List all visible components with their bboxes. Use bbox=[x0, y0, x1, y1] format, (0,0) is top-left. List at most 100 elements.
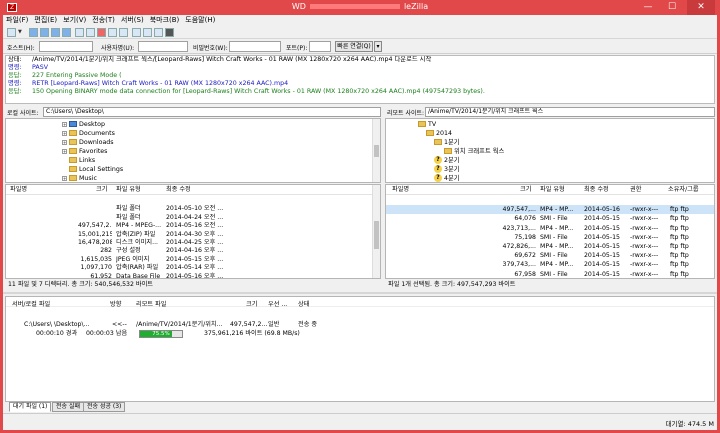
close-button[interactable]: ✕ bbox=[687, 0, 715, 15]
remote-file-row[interactable]: [Leopard-Raws] Witch Craft Works...472,8… bbox=[386, 242, 714, 251]
queue-transfer-row[interactable]: C:\Users\ \Desktop\... <<-- /Anime/TV/20… bbox=[6, 320, 714, 329]
host-input[interactable] bbox=[39, 41, 93, 52]
menu-server[interactable]: 서버(S) bbox=[118, 15, 147, 26]
expand-icon[interactable]: + bbox=[62, 148, 67, 154]
local-tree-scrollbar[interactable] bbox=[372, 119, 380, 182]
scroll-thumb[interactable] bbox=[374, 221, 379, 249]
col-direction[interactable]: 방향 bbox=[110, 299, 121, 308]
tree-item-favorites[interactable]: + Favorites bbox=[62, 147, 107, 156]
remote-file-row[interactable]: [Leopard-Raws] Witch Craft Works...75,19… bbox=[386, 233, 714, 242]
minimize-button[interactable]: — bbox=[637, 0, 659, 15]
toggle-remote-tree-icon[interactable] bbox=[51, 28, 60, 37]
splitter[interactable] bbox=[3, 292, 717, 294]
col-filename[interactable]: 파일명 bbox=[10, 185, 27, 195]
remote-file-row[interactable]: [Leopard-Raws] Witch Craft Works...69,67… bbox=[386, 251, 714, 260]
message-log[interactable]: 상태:/Anime/TV/2014/1분기/위치 크래프트 웍스/[Leopar… bbox=[5, 55, 715, 104]
progress-label: 75.5% bbox=[152, 331, 170, 337]
maximize-button[interactable]: ☐ bbox=[661, 0, 683, 15]
local-path-input[interactable]: C:\Users\ \Desktop\ bbox=[43, 107, 381, 117]
tree-item-desktop[interactable]: + Desktop bbox=[62, 120, 105, 129]
col-modified[interactable]: 최종 수정 bbox=[166, 185, 191, 195]
col-modified[interactable]: 최종 수정 bbox=[584, 185, 609, 195]
tree-item-downloads[interactable]: + Downloads bbox=[62, 138, 114, 147]
menu-file[interactable]: 파일(F) bbox=[3, 15, 31, 26]
tree-item-documents[interactable]: + Documents bbox=[62, 129, 115, 138]
local-list-scrollbar[interactable] bbox=[372, 185, 380, 278]
title-bar[interactable]: Z WD leZilla — ☐ ✕ bbox=[3, 0, 717, 15]
tree-item-q1[interactable]: 1분기 bbox=[434, 138, 460, 147]
col-owner[interactable]: 소유자/그룹 bbox=[668, 185, 699, 195]
remote-path-input[interactable]: /Anime/TV/2014/1분기/위치 크래프트 웍스 bbox=[425, 107, 715, 117]
remote-file-row[interactable]: [Leopard-Raws] Witch Craft Works...64,07… bbox=[386, 214, 714, 223]
tree-item-q3[interactable]: ? 3분기 bbox=[434, 165, 460, 174]
compare-icon[interactable] bbox=[132, 28, 141, 37]
tree-item-q4[interactable]: ? 4분기 bbox=[434, 174, 460, 182]
expand-icon[interactable]: + bbox=[62, 121, 67, 127]
scroll-thumb[interactable] bbox=[374, 145, 379, 157]
col-server-local[interactable]: 서버/로컬 파일 bbox=[12, 299, 50, 308]
tree-item-witch-craft-works[interactable]: 위치 크래프트 웍스 bbox=[444, 147, 504, 156]
tree-item-q2[interactable]: ? 2분기 bbox=[434, 156, 460, 165]
tree-item-2014[interactable]: 2014 bbox=[426, 129, 452, 138]
col-type[interactable]: 파일 유형 bbox=[116, 185, 141, 195]
unknown-folder-icon: ? bbox=[434, 156, 442, 164]
toggle-queue-icon[interactable] bbox=[62, 28, 71, 37]
refresh-icon[interactable] bbox=[75, 28, 84, 37]
remote-file-row[interactable]: [Leopard-Raws] Witch Craft Works...67,95… bbox=[386, 270, 714, 278]
file-owner: ftp ftp bbox=[670, 233, 689, 241]
reconnect-icon[interactable] bbox=[119, 28, 128, 37]
expand-icon[interactable]: + bbox=[62, 130, 67, 136]
tree-item-music[interactable]: + Music bbox=[62, 174, 97, 182]
remote-file-row[interactable]: [Leopard-Raws] Witch Craft Works...423,7… bbox=[386, 224, 714, 233]
transfer-queue[interactable]: 서버/로컬 파일 방향 리모트 파일 크기 우선 ... 상태 C:\Users… bbox=[5, 296, 715, 402]
binoculars-icon[interactable] bbox=[165, 28, 174, 37]
disconnect-icon[interactable] bbox=[108, 28, 117, 37]
col-size[interactable]: 크기 bbox=[96, 185, 107, 195]
col-filename[interactable]: 파일명 bbox=[392, 185, 409, 195]
find-files-icon[interactable] bbox=[154, 28, 163, 37]
tree-item-tv[interactable]: TV bbox=[418, 120, 436, 129]
quickconnect-button[interactable]: 빠른 연결(Q) bbox=[335, 41, 373, 52]
user-input[interactable] bbox=[138, 41, 188, 52]
expand-icon[interactable]: + bbox=[62, 175, 67, 181]
remote-file-row[interactable]: [Leopard-Raws] Witch Craft Works...497,5… bbox=[386, 205, 714, 215]
col-remote-file[interactable]: 리모트 파일 bbox=[136, 299, 166, 308]
tab-queued-files[interactable]: 대기 파일 (1) bbox=[9, 402, 52, 412]
col-permissions[interactable]: 권한 bbox=[630, 185, 641, 195]
expand-icon[interactable]: + bbox=[62, 139, 67, 145]
site-manager-dropdown-icon[interactable]: ▼ bbox=[18, 28, 23, 37]
col-state[interactable]: 상태 bbox=[298, 299, 309, 308]
remote-file-row[interactable]: .. bbox=[386, 196, 714, 205]
tree-item-local-settings[interactable]: Local Settings bbox=[69, 165, 123, 174]
sync-browsing-icon[interactable] bbox=[143, 28, 152, 37]
menu-edit[interactable]: 편집(E) bbox=[31, 15, 60, 26]
local-file-row[interactable]: Thumbs.db61,952Data Base File2014-05-16 … bbox=[6, 272, 374, 278]
local-file-list[interactable]: 파일명 크기 파일 유형 최종 수정 ..게임파일 폴더2014-05-10 오… bbox=[5, 184, 381, 279]
menu-bookmarks[interactable]: 북마크(B) bbox=[147, 15, 183, 26]
local-directory-tree[interactable]: + Desktop + Documents + Downloads + Favorite… bbox=[5, 118, 381, 183]
col-type[interactable]: 파일 유형 bbox=[540, 185, 565, 195]
tree-item-links[interactable]: Links bbox=[69, 156, 95, 165]
queue-direction: <<-- bbox=[112, 321, 127, 328]
quickconnect-dropdown-button[interactable]: ▾ bbox=[374, 41, 382, 52]
password-input[interactable] bbox=[229, 41, 281, 52]
menu-transfer[interactable]: 전송(T) bbox=[89, 15, 118, 26]
menu-help[interactable]: 도움말(H) bbox=[182, 15, 218, 26]
remote-file-list[interactable]: 파일명 크기 파일 유형 최종 수정 권한 소유자/그룹 ..[Leopard-… bbox=[385, 184, 715, 279]
port-input[interactable] bbox=[309, 41, 331, 52]
remote-directory-tree[interactable]: TV 2014 1분기 위치 크래프트 웍스 ? 2분기 ? 3분기 ? 4분기 bbox=[385, 118, 715, 183]
toggle-log-icon[interactable] bbox=[29, 28, 38, 37]
cancel-icon[interactable] bbox=[97, 28, 106, 37]
local-site-bar: 로컬 사이트: C:\Users\ \Desktop\ bbox=[5, 106, 381, 118]
queue-server-row[interactable] bbox=[12, 311, 712, 320]
col-priority[interactable]: 우선 ... bbox=[268, 299, 287, 308]
process-queue-icon[interactable] bbox=[86, 28, 95, 37]
toggle-local-tree-icon[interactable] bbox=[40, 28, 49, 37]
site-manager-icon[interactable] bbox=[7, 28, 16, 37]
menu-view[interactable]: 보기(V) bbox=[60, 15, 89, 26]
tab-failed-transfers[interactable]: 전송 실패 bbox=[52, 402, 84, 412]
col-size[interactable]: 크기 bbox=[520, 185, 531, 195]
tab-successful-transfers[interactable]: 전송 성공 (3) bbox=[83, 402, 126, 412]
col-size[interactable]: 크기 bbox=[246, 299, 257, 308]
remote-file-row[interactable]: [Leopard-Raws] Witch Craft Works...379,7… bbox=[386, 260, 714, 269]
